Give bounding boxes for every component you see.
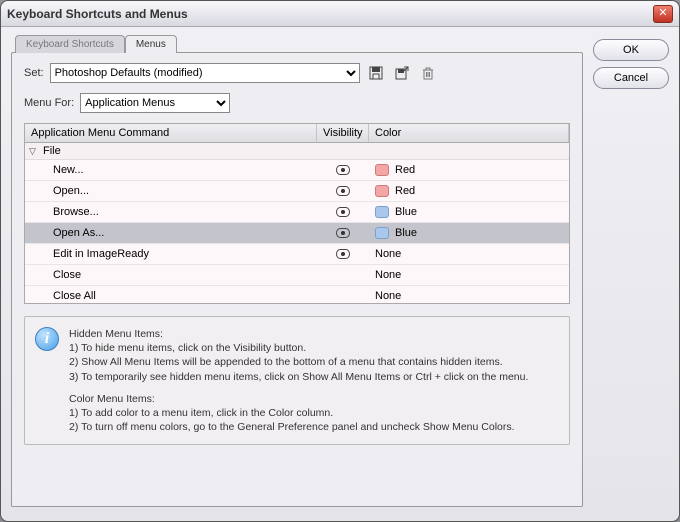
color-label: None (375, 269, 401, 281)
color-label: Red (395, 185, 415, 197)
visibility-cell[interactable] (317, 249, 369, 259)
tab-keyboard-shortcuts[interactable]: Keyboard Shortcuts (15, 35, 125, 53)
color-cell[interactable]: Red (369, 185, 569, 197)
color-label: None (375, 248, 401, 260)
command-cell: New... (25, 164, 317, 176)
eye-icon[interactable] (336, 186, 350, 196)
table-row[interactable]: New... Red (25, 160, 569, 181)
save-set-as-icon[interactable] (392, 63, 412, 83)
table-row[interactable]: Edit in ImageReady None (25, 244, 569, 265)
hidden-items-line: 1) To hide menu items, click on the Visi… (69, 341, 559, 355)
tab-bar: Keyboard Shortcuts Menus (11, 35, 583, 53)
color-swatch-icon (375, 164, 389, 176)
color-cell[interactable]: None (369, 248, 569, 260)
save-set-icon[interactable] (366, 63, 386, 83)
color-cell[interactable]: Blue (369, 227, 569, 239)
menu-for-row: Menu For: Application Menus (24, 93, 570, 113)
visibility-cell[interactable] (317, 207, 369, 217)
table-row[interactable]: Browse... Blue (25, 202, 569, 223)
table-header: Application Menu Command Visibility Colo… (25, 124, 569, 143)
eye-icon[interactable] (336, 249, 350, 259)
menu-for-label: Menu For: (24, 97, 74, 109)
column-color[interactable]: Color (369, 124, 569, 142)
color-cell[interactable]: Blue (369, 206, 569, 218)
set-select[interactable]: Photoshop Defaults (modified) (50, 63, 360, 83)
color-cell[interactable]: None (369, 269, 569, 281)
command-cell: Browse... (25, 206, 317, 218)
tab-menus[interactable]: Menus (125, 35, 177, 53)
hidden-items-line: 2) Show All Menu Items will be appended … (69, 355, 559, 369)
table-body[interactable]: ▽ File New...RedOpen...RedBrowse...BlueO… (25, 143, 569, 303)
group-label: File (43, 145, 61, 157)
color-label: Blue (395, 227, 417, 239)
eye-icon[interactable] (336, 165, 350, 175)
color-swatch-icon (375, 206, 389, 218)
column-visibility[interactable]: Visibility (317, 124, 369, 142)
command-cell: Edit in ImageReady (25, 248, 317, 260)
color-cell[interactable]: None (369, 290, 569, 302)
set-label: Set: (24, 67, 44, 79)
color-items-line: 1) To add color to a menu item, click in… (69, 406, 559, 420)
color-label: Red (395, 164, 415, 176)
ok-button[interactable]: OK (593, 39, 669, 61)
command-cell: Close All (25, 290, 317, 302)
command-cell: Open... (25, 185, 317, 197)
color-items-title: Color Menu Items: (69, 392, 559, 406)
menu-for-select[interactable]: Application Menus (80, 93, 230, 113)
visibility-cell[interactable] (317, 165, 369, 175)
color-cell[interactable]: Red (369, 164, 569, 176)
main-panel: Keyboard Shortcuts Menus Set: Photoshop … (11, 35, 583, 507)
color-label: Blue (395, 206, 417, 218)
hidden-items-line: 3) To temporarily see hidden menu items,… (69, 370, 559, 384)
content-area: Keyboard Shortcuts Menus Set: Photoshop … (1, 27, 679, 521)
color-label: None (375, 290, 401, 302)
info-box: i Hidden Menu Items: 1) To hide menu ite… (24, 316, 570, 445)
menus-panel: Set: Photoshop Defaults (modified) (11, 52, 583, 507)
table-row[interactable]: Close All None (25, 286, 569, 303)
table-row[interactable]: Open As... Blue (25, 223, 569, 244)
dialog-window: Keyboard Shortcuts and Menus ✕ Keyboard … (0, 0, 680, 522)
eye-icon[interactable] (336, 228, 350, 238)
table-row[interactable]: Close None (25, 265, 569, 286)
command-cell: Open As... (25, 227, 317, 239)
expander-icon[interactable]: ▽ (29, 146, 39, 156)
column-command[interactable]: Application Menu Command (25, 124, 317, 142)
close-icon[interactable]: ✕ (653, 5, 673, 23)
eye-icon[interactable] (336, 207, 350, 217)
set-row: Set: Photoshop Defaults (modified) (24, 63, 570, 83)
visibility-cell[interactable] (317, 186, 369, 196)
color-swatch-icon (375, 227, 389, 239)
title-bar: Keyboard Shortcuts and Menus ✕ (1, 1, 679, 27)
info-icon: i (35, 327, 59, 351)
side-buttons: OK Cancel (593, 35, 669, 507)
visibility-cell[interactable] (317, 228, 369, 238)
command-cell: Close (25, 269, 317, 281)
menu-table: Application Menu Command Visibility Colo… (24, 123, 570, 304)
color-swatch-icon (375, 185, 389, 197)
window-title: Keyboard Shortcuts and Menus (7, 7, 653, 21)
color-items-line: 2) To turn off menu colors, go to the Ge… (69, 420, 559, 434)
table-row[interactable]: Open... Red (25, 181, 569, 202)
hidden-items-title: Hidden Menu Items: (69, 327, 559, 341)
group-row-file[interactable]: ▽ File (25, 143, 569, 160)
cancel-button[interactable]: Cancel (593, 67, 669, 89)
delete-set-icon[interactable] (418, 63, 438, 83)
